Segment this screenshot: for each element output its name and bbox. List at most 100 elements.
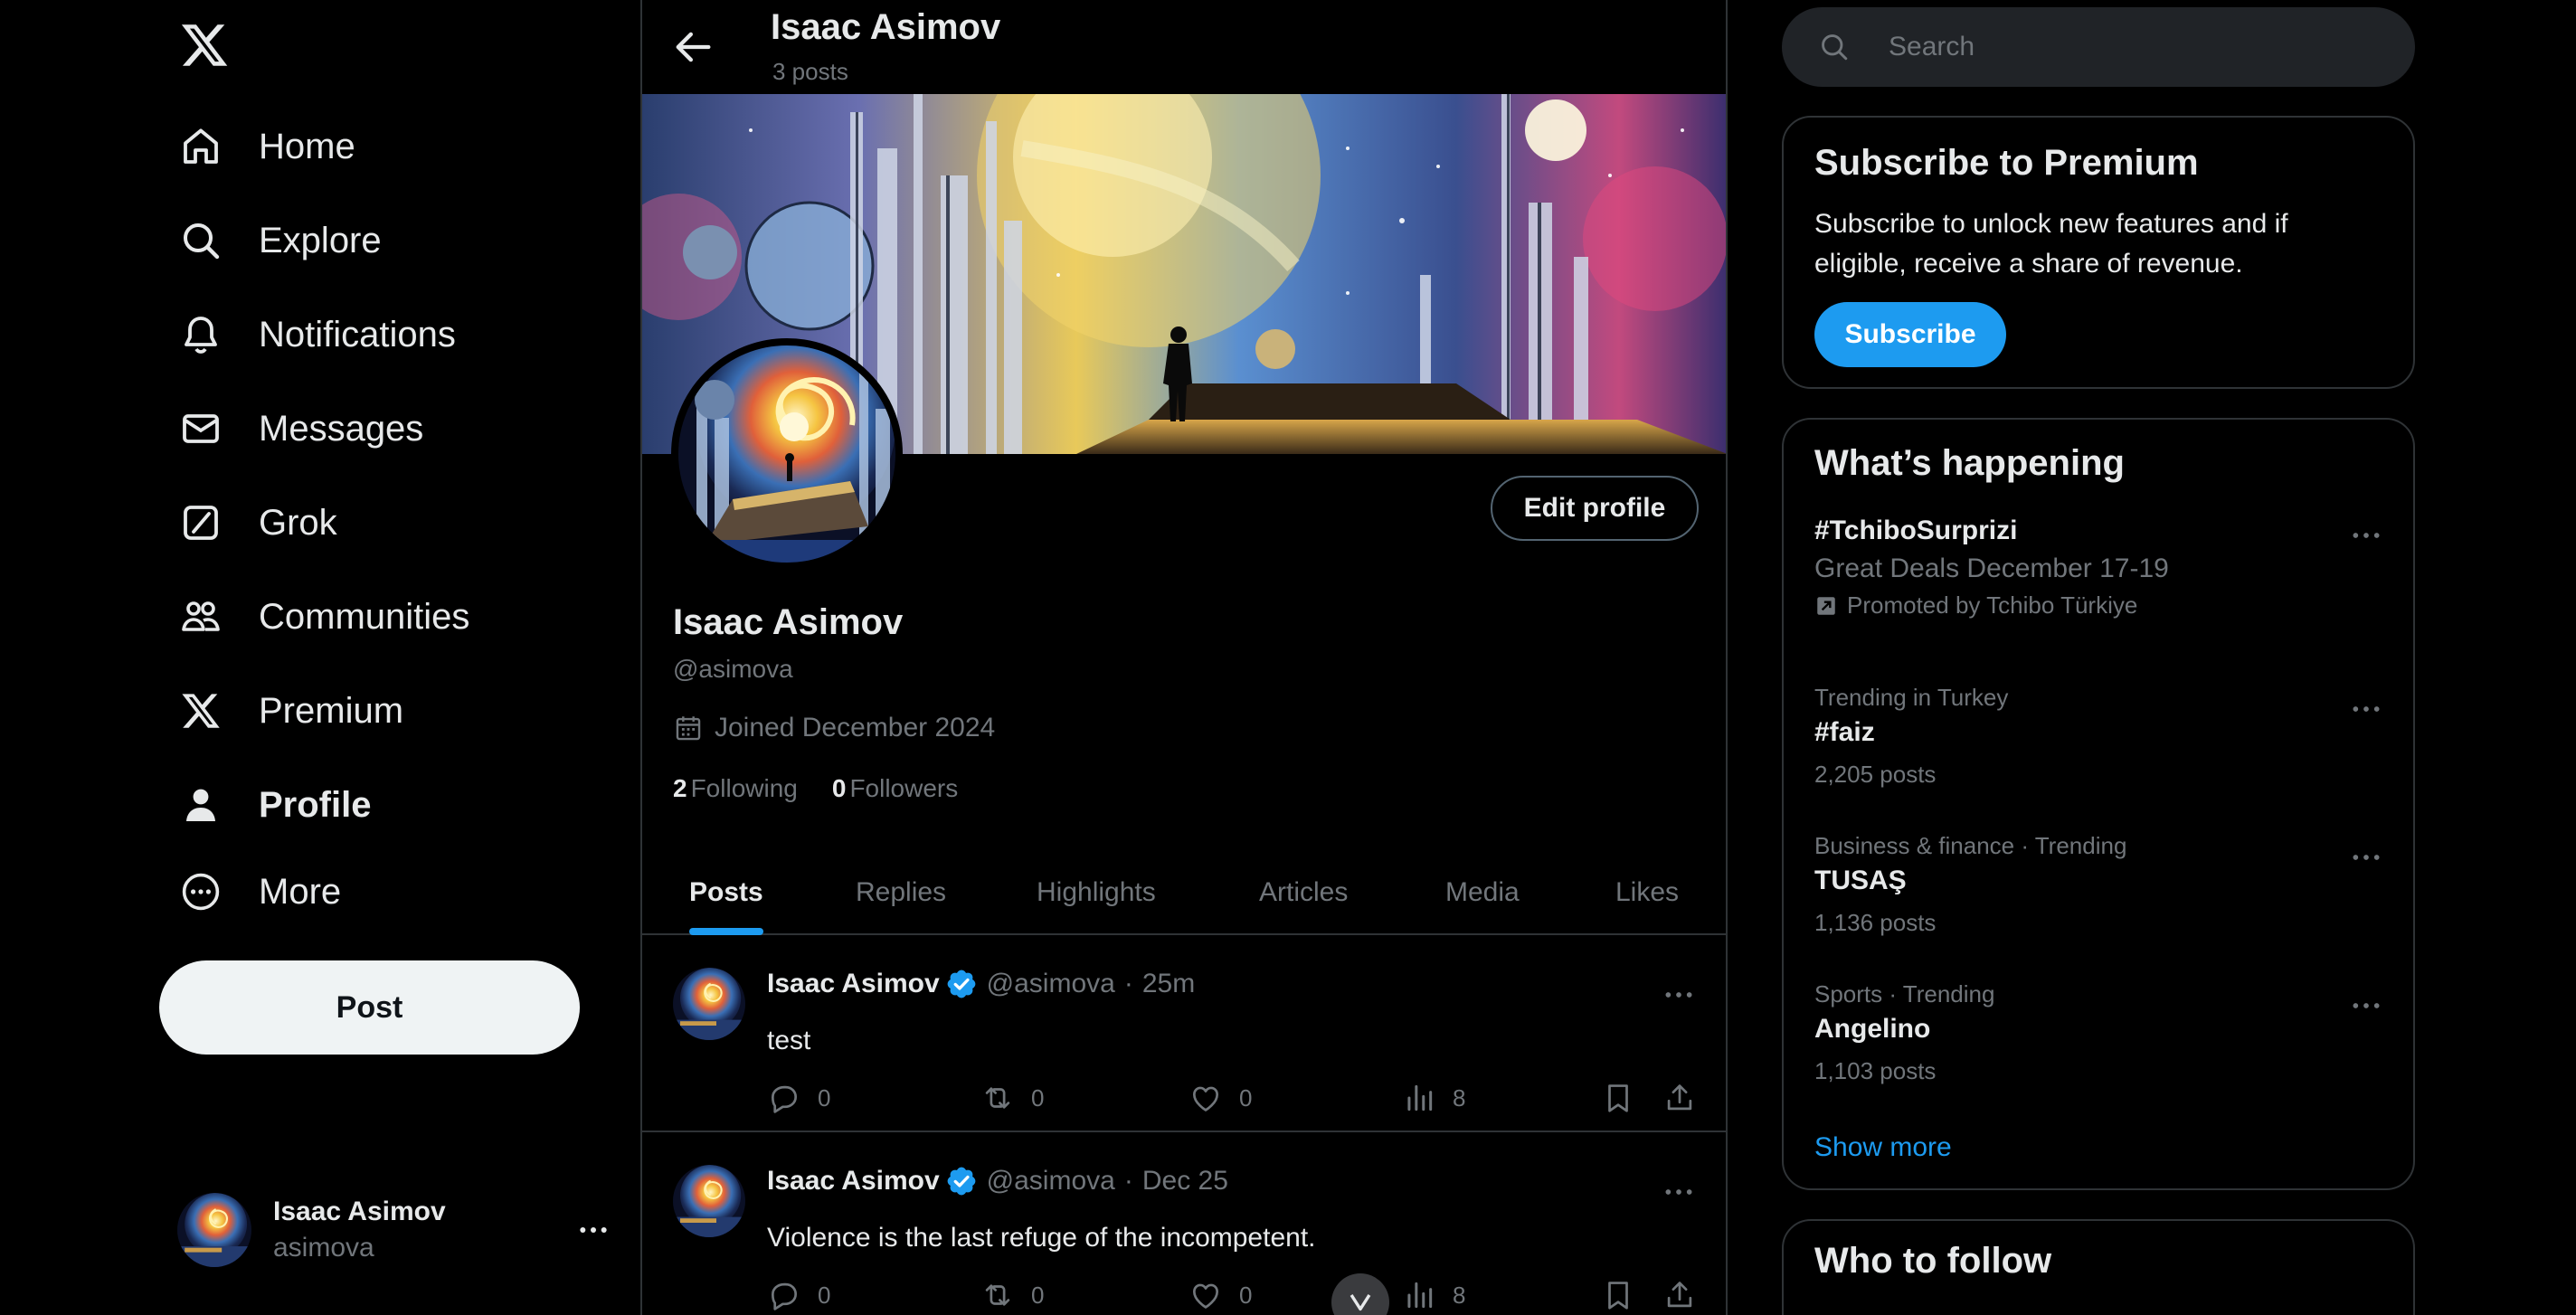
ellipsis-icon[interactable] [2348,988,2384,1024]
profile-tabs: Posts Replies Highlights Articles Media … [642,850,1726,935]
nav-profile[interactable]: Profile [177,772,371,837]
search-bar[interactable] [1782,7,2415,87]
nav-premium[interactable]: Premium [177,678,403,743]
post-button[interactable]: Post [159,960,580,1055]
trend-item[interactable]: Trending in Turkey #faiz 2,205 posts [1814,684,2384,789]
post-text: Violence is the last refuge of the incom… [767,1223,1316,1253]
promoted-trend[interactable]: #TchiboSurprizi Great Deals December 17-… [1814,510,2384,620]
share-icon [1662,1081,1697,1115]
tab-highlights[interactable]: Highlights [1037,850,1156,935]
tab-replies[interactable]: Replies [856,850,946,935]
joined-date: Joined December 2024 [673,713,995,743]
post-author-name[interactable]: Isaac Asimov [767,969,940,999]
profile-name: Isaac Asimov [673,602,904,642]
post-actions: 0 0 0 8 [767,1076,1692,1120]
trend-item[interactable]: Business & finance · Trending TUSAŞ 1,13… [1814,832,2384,937]
trend-context: Trending in Turkey [1814,684,2009,711]
bar-chart-icon [1402,1081,1436,1115]
x-logo-icon[interactable] [179,20,230,71]
profile-avatar[interactable] [671,338,903,570]
bookmark-icon [1601,1081,1635,1115]
repost-icon [980,1081,1015,1115]
nav-grok[interactable]: Grok [177,490,337,555]
verified-badge-icon[interactable] [945,1165,978,1197]
nav-label: Communities [259,596,470,637]
nav-label: Messages [259,408,424,449]
trend-subtitle: Great Deals December 17-19 [1814,553,2169,583]
nav-home[interactable]: Home [177,114,355,179]
ellipsis-icon[interactable] [1661,977,1697,1013]
share-icon [1662,1278,1697,1312]
ellipsis-icon[interactable] [2348,691,2384,727]
tab-posts[interactable]: Posts [689,850,763,935]
repost-button[interactable]: 0 [980,1273,1044,1315]
nav-messages[interactable]: Messages [177,396,423,461]
post-actions: 0 0 0 8 [767,1273,1692,1315]
bookmark-button[interactable] [1601,1273,1652,1315]
like-count: 0 [1239,1083,1253,1112]
nav-explore[interactable]: Explore [177,208,382,273]
show-more-link[interactable]: Show more [1814,1132,1952,1163]
grok-icon [177,499,224,546]
post-header: Isaac Asimov @asimova · 25m [767,968,1195,1000]
reply-button[interactable]: 0 [767,1273,830,1315]
post-time[interactable]: 25m [1142,969,1195,999]
avatar[interactable] [673,1165,745,1237]
reply-button[interactable]: 0 [767,1076,830,1120]
followers-link[interactable]: 0 Followers [832,774,958,803]
view-count: 8 [1453,1281,1466,1309]
avatar [177,1193,251,1267]
post-text: test [767,1026,811,1055]
more-circle-icon [177,868,224,915]
following-link[interactable]: 2 Following [673,774,798,803]
who-to-follow-card: Who to follow [1782,1219,2415,1315]
nav-more[interactable]: More [177,859,341,924]
trend-context: Sports · Trending [1814,980,1995,1008]
nav-label: Grok [259,502,337,543]
bookmark-icon [1601,1278,1635,1312]
post-separator: · [1123,1166,1133,1196]
nav-notifications[interactable]: Notifications [177,302,456,367]
nav-communities[interactable]: Communities [177,584,469,649]
trend-name: TUSAŞ [1814,866,1907,895]
bookmark-button[interactable] [1601,1076,1652,1120]
like-count: 0 [1239,1281,1253,1309]
tab-articles[interactable]: Articles [1259,850,1348,935]
heart-icon [1189,1278,1223,1312]
repost-count: 0 [1031,1083,1045,1112]
nav-label: Premium [259,690,404,731]
verified-badge-icon[interactable] [945,968,978,1000]
ellipsis-icon[interactable] [2348,839,2384,875]
post-author-name[interactable]: Isaac Asimov [767,1166,940,1197]
repost-button[interactable]: 0 [980,1076,1044,1120]
person-icon [177,781,224,828]
ellipsis-icon[interactable] [1661,1174,1697,1210]
post-item[interactable]: Isaac Asimov @asimova · Dec 25 Violence … [642,1132,1726,1315]
post-time[interactable]: Dec 25 [1142,1166,1228,1197]
share-button[interactable] [1662,1076,1713,1120]
avatar[interactable] [673,968,745,1040]
edit-profile-button[interactable]: Edit profile [1491,476,1699,541]
search-icon [1818,31,1851,63]
search-input[interactable] [1889,32,2359,62]
views-button[interactable]: 8 [1402,1273,1465,1315]
post-handle[interactable]: @asimova [987,1166,1115,1197]
tab-media[interactable]: Media [1445,850,1520,935]
tab-likes[interactable]: Likes [1615,850,1679,935]
ellipsis-icon[interactable] [575,1212,611,1248]
views-button[interactable]: 8 [1402,1076,1465,1120]
repost-count: 0 [1031,1281,1045,1309]
like-button[interactable]: 0 [1189,1273,1252,1315]
account-switcher[interactable]: Isaac Asimov asimova [177,1188,611,1272]
post-header: Isaac Asimov @asimova · Dec 25 [767,1165,1228,1197]
nav-label: Notifications [259,314,456,355]
trend-item[interactable]: Sports · Trending Angelino 1,103 posts [1814,980,2384,1085]
subscribe-button[interactable]: Subscribe [1814,302,2006,367]
back-arrow-icon[interactable] [669,24,716,71]
post-item[interactable]: Isaac Asimov @asimova · 25m test 0 0 0 8 [642,935,1726,1132]
post-handle[interactable]: @asimova [987,969,1115,999]
share-button[interactable] [1662,1273,1713,1315]
post-separator: · [1123,969,1133,998]
like-button[interactable]: 0 [1189,1076,1252,1120]
ellipsis-icon[interactable] [2348,517,2384,553]
